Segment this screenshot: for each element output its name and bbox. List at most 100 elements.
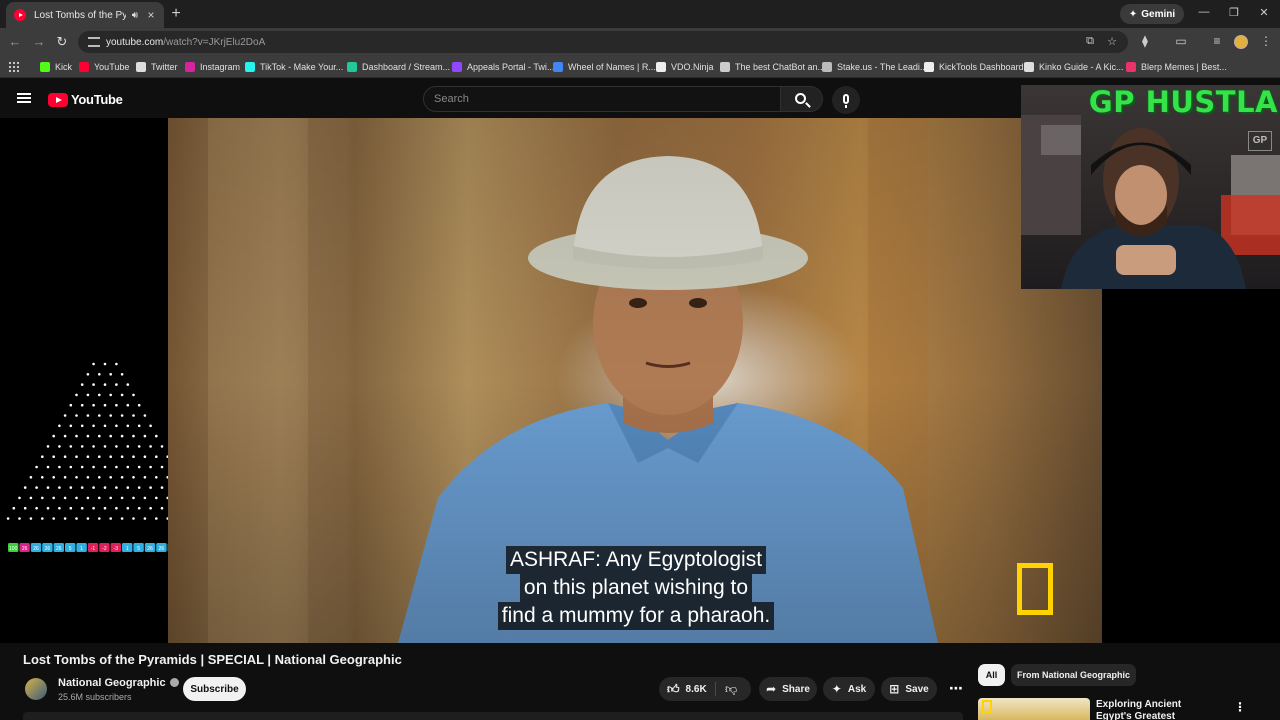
plinko-peg [126,403,130,407]
plinko-peg [155,496,158,500]
plinko-peg [35,465,38,469]
bookmark-item[interactable]: YouTube [79,60,129,74]
bookmark-item[interactable]: Stake.us - The Leadi... [822,60,927,74]
new-tab-button[interactable]: + [168,5,184,23]
back-icon[interactable]: ← [7,34,23,50]
apps-grid-icon[interactable] [8,61,19,72]
plinko-peg [98,393,101,397]
plinko-multiplier: 1 [80,546,83,552]
plinko-peg [120,496,124,500]
plinko-peg [92,506,95,510]
national-geographic-logo-icon [982,700,992,714]
search-button[interactable] [781,86,823,112]
bookmark-item[interactable]: Dashboard / Stream... [347,60,450,74]
browser-menu-icon[interactable]: ⋮ [1258,34,1274,48]
cast-icon[interactable]: ▭ [1173,34,1189,48]
window-close-icon[interactable]: ✕ [1254,6,1274,19]
media-controls-icon[interactable]: ≡ [1209,34,1225,48]
bookmark-item[interactable]: Kick [40,60,72,74]
plinko-peg [120,414,124,417]
subscribe-button[interactable]: Subscribe [183,677,246,701]
youtube-favicon-icon [14,9,26,21]
plinko-peg [58,424,61,428]
plinko-peg [92,362,95,366]
menu-icon[interactable] [17,93,31,103]
related-more-icon[interactable]: ⋮ [1234,700,1246,716]
save-button[interactable]: ⊞ Save [881,677,937,701]
speaker-icon[interactable]: 🔊︎ [132,10,138,21]
close-tab-icon[interactable]: × [144,8,158,22]
bookmark-item[interactable]: Twitter [136,60,178,74]
profile-avatar[interactable] [1234,35,1248,49]
plinko-peg [63,517,67,520]
ask-button[interactable]: ✦ Ask [823,677,875,701]
bookmark-item[interactable]: KickTools Dashboard [924,60,1024,74]
plinko-peg [41,517,44,520]
plinko-peg [160,506,164,510]
address-toolbar: ← → ↻ youtube.com/watch?v=JKrjElu2DoA ⧉ … [0,28,1280,56]
dislike-button[interactable]: 👎︎ [725,677,737,701]
gemini-button[interactable]: ✦ Gemini [1120,4,1184,24]
bookmark-label: YouTube [94,62,130,72]
plinko-peg [86,373,90,376]
plinko-peg [115,424,118,428]
voice-search-button[interactable] [832,86,860,114]
related-video-thumbnail[interactable] [978,698,1090,720]
forward-icon[interactable]: → [31,34,47,50]
channel-avatar[interactable] [25,678,47,700]
chip-from-national-geographic[interactable]: From National Geographic [1011,664,1136,686]
plinko-peg [41,496,44,500]
plinko-peg [132,434,135,438]
extensions-icon[interactable]: ⧫ [1137,34,1153,48]
plinko-peg [46,506,50,510]
plinko-peg [137,486,141,489]
plinko-peg [126,445,130,448]
site-info-icon[interactable] [88,37,100,47]
plinko-peg [29,476,33,479]
channel-name[interactable]: National Geographic [58,677,179,689]
related-video-title[interactable]: Exploring Ancient Egypt's Greatest Myste… [1096,699,1216,720]
bookmark-item[interactable]: VDO.Ninja [656,60,714,74]
like-button[interactable]: 👍︎ 8.6K [667,677,707,701]
plinko-peg [137,445,141,448]
omnibox[interactable]: youtube.com/watch?v=JKrjElu2DoA ⧉ ☆ [78,31,1128,53]
bookmark-item[interactable]: TikTok - Make Your... [245,60,343,74]
bookmark-label: Kinko Guide - A Kic... [1039,62,1124,72]
overlay-badge: GP [1248,131,1272,151]
install-app-icon[interactable]: ⧉ [1082,35,1098,48]
bookmark-favicon-icon [1126,62,1136,72]
plinko-peg [103,383,107,386]
url-text[interactable]: youtube.com/watch?v=JKrjElu2DoA [106,37,265,48]
channel-name-text: National Geographic [58,677,166,689]
chip-all[interactable]: All [978,664,1005,686]
share-arrow-icon: ➦ [766,682,777,696]
plinko-peg [115,362,118,366]
plinko-slot: 26 [53,543,64,552]
bookmark-item[interactable]: Instagram [185,60,240,74]
plinko-peg [46,465,50,469]
bookmark-item[interactable]: Wheel of Names | R... [553,60,656,74]
video-player[interactable]: ASHRAF: Any Egyptologist on this planet … [168,118,1102,643]
more-actions-icon[interactable]: ⋯ [945,679,967,699]
plinko-slot: 5 [133,543,144,552]
plinko-multiplier: 26 [45,546,51,552]
restore-icon[interactable]: ❐ [1224,6,1244,19]
share-button[interactable]: ➦ Share [759,677,817,701]
plinko-peg [149,445,152,448]
plinko-multiplier: 26 [159,546,165,552]
plinko-peg [98,476,101,479]
browser-tab[interactable]: Lost Tombs of the Pyramids 🔊︎ × [6,2,164,28]
bookmark-item[interactable]: Blerp Memes | Best... [1126,60,1227,74]
plinko-peg [103,486,107,489]
bookmark-item[interactable]: The best ChatBot an... [720,60,825,74]
bookmark-star-icon[interactable]: ☆ [1104,35,1120,48]
minimize-icon[interactable]: — [1194,6,1214,18]
bookmarks-bar: Kick YouTube Twitter Instagram TikTok - Make… [0,56,1280,78]
youtube-logo[interactable]: YouTube [48,92,123,107]
bookmark-item[interactable]: Kinko Guide - A Kic... [1024,60,1124,74]
search-input[interactable]: Search [423,86,781,112]
reload-icon[interactable]: ↻ [54,34,70,50]
bookmark-item[interactable]: Appeals Portal - Twi... [452,60,554,74]
plinko-slot: 100 [8,543,19,552]
plinko-peg [86,414,90,417]
